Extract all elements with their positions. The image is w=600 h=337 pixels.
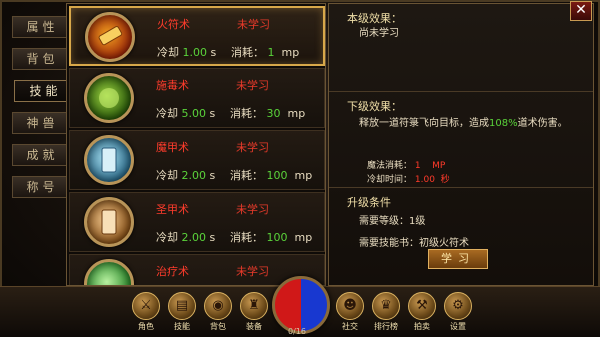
- upgrade-section: 升级条件 需要等级：1级 需要技能书：初级火符术: [329, 188, 593, 285]
- next-level-section: 下级效果： 释放一道符箓飞向目标，造成108%道术伤害。 魔法消耗： 1 MP …: [329, 92, 593, 188]
- skill-detail-panel: 本级效果： 尚未学习 下级效果： 释放一道符箓飞向目标，造成108%道术伤害。 …: [328, 3, 594, 286]
- required-skill-book: 需要技能书：初级火符术: [359, 238, 469, 249]
- skill-row-holy-armor[interactable]: 圣甲术 未学习 冷却 2.00 s 消耗： 100 mp: [69, 192, 325, 252]
- people-icon: ☻: [336, 292, 364, 320]
- helmet-icon: ⚔: [132, 292, 160, 320]
- skill-row-fire-talisman[interactable]: 火符术 未学习 冷却 1.00 s 消耗： 1 mp: [69, 6, 325, 66]
- settings-button[interactable]: ⚙ 设置: [442, 292, 474, 334]
- skill-cost: 消耗： 100 mp: [230, 169, 313, 182]
- tab-divine-beast[interactable]: 神兽: [12, 112, 66, 134]
- ranking-button[interactable]: ♛ 排行榜: [370, 292, 402, 334]
- current-level-state: 尚未学习: [359, 28, 399, 39]
- skill-state: 未学习: [236, 141, 269, 154]
- auction-button[interactable]: ⚒ 拍卖: [406, 292, 438, 334]
- experience-text: 0/16: [288, 327, 306, 336]
- next-level-title: 下级效果：: [347, 100, 402, 113]
- armor-icon: ♜: [240, 292, 268, 320]
- skill-cost: 消耗： 1 mp: [231, 46, 300, 59]
- side-tabs: 属性 背包 技能 神兽 成就 称号: [12, 16, 70, 208]
- heal-icon: [84, 259, 134, 285]
- skill-name: 治疗术: [156, 265, 189, 278]
- skill-cost: 消耗： 100 mp: [230, 231, 313, 244]
- learn-button[interactable]: 学习: [428, 249, 488, 269]
- skill-state: 未学习: [236, 79, 269, 92]
- holy-armor-icon: [84, 197, 134, 247]
- skill-list: 火符术 未学习 冷却 1.00 s 消耗： 1 mp 施毒术 未学习 冷却 5.…: [66, 3, 326, 286]
- bag-icon: ◉: [204, 292, 232, 320]
- skill-cost: 消耗： 30 mp: [230, 107, 306, 120]
- skills-button[interactable]: ▤ 技能: [166, 292, 198, 334]
- hp-mp-orb: [272, 276, 330, 334]
- tab-attributes[interactable]: 属性: [12, 16, 66, 38]
- skill-state: 未学习: [236, 203, 269, 216]
- tab-backpack[interactable]: 背包: [12, 48, 66, 70]
- gavel-icon: ⚒: [408, 292, 436, 320]
- required-level: 需要等级：1级: [359, 216, 426, 227]
- social-button[interactable]: ☻ 社交: [334, 292, 366, 334]
- skill-cooldown: 冷却 2.00 s: [156, 231, 216, 244]
- tab-achievements[interactable]: 成就: [12, 144, 66, 166]
- skill-cooldown: 冷却 1.00 s: [157, 46, 217, 59]
- skill-state: 未学习: [237, 18, 270, 31]
- skill-cooldown: 冷却 5.00 s: [156, 107, 216, 120]
- tab-skills[interactable]: 技能: [14, 80, 70, 102]
- book-icon: ▤: [168, 292, 196, 320]
- skill-cooldown: 冷却 2.00 s: [156, 169, 216, 182]
- trophy-icon: ♛: [372, 292, 400, 320]
- skill-state: 未学习: [236, 265, 269, 278]
- current-level-section: 本级效果： 尚未学习: [329, 4, 593, 92]
- next-level-description: 释放一道符箓飞向目标，造成108%道术伤害。: [359, 118, 568, 129]
- skill-name: 圣甲术: [156, 203, 189, 216]
- skill-row-magic-armor[interactable]: 魔甲术 未学习 冷却 2.00 s 消耗： 100 mp: [69, 130, 325, 190]
- skill-row-poison[interactable]: 施毒术 未学习 冷却 5.00 s 消耗： 30 mp: [69, 68, 325, 128]
- skill-name: 魔甲术: [156, 141, 189, 154]
- upgrade-title: 升级条件: [347, 196, 391, 209]
- cooldown-time: 冷却时间： 1.00 秒: [367, 175, 450, 185]
- backpack-button[interactable]: ◉ 背包: [202, 292, 234, 334]
- fire-talisman-icon: [85, 12, 135, 62]
- skill-name: 火符术: [157, 18, 190, 31]
- poison-icon: [84, 73, 134, 123]
- close-button[interactable]: ✕: [570, 1, 592, 21]
- character-button[interactable]: ⚔ 角色: [130, 292, 162, 334]
- tab-titles[interactable]: 称号: [12, 176, 66, 198]
- equipment-button[interactable]: ♜ 装备: [238, 292, 270, 334]
- magic-armor-icon: [84, 135, 134, 185]
- skill-name: 施毒术: [156, 79, 189, 92]
- gear-icon: ⚙: [444, 292, 472, 320]
- mana-cost: 魔法消耗： 1 MP: [367, 161, 446, 171]
